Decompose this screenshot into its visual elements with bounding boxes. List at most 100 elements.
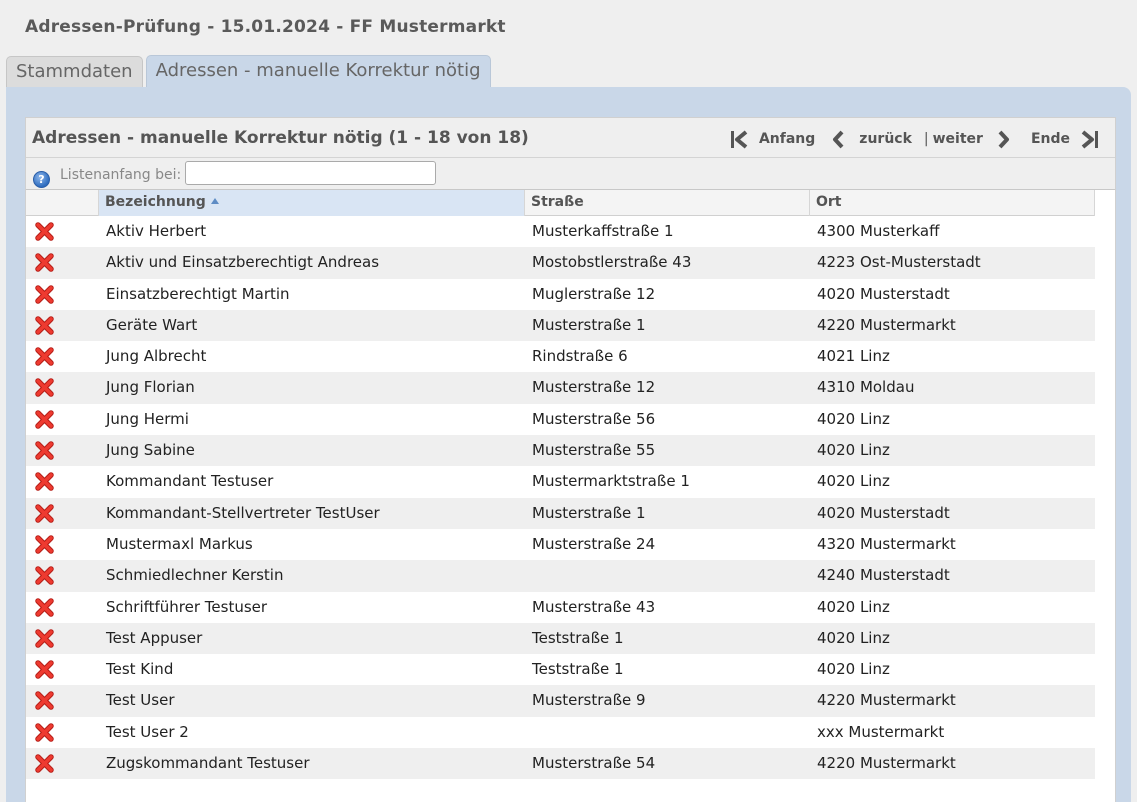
table-row[interactable]: Einsatzberechtigt Martin Muglerstraße 12 4… bbox=[26, 279, 1095, 310]
cell-ort: 4240 Musterstadt bbox=[817, 566, 950, 585]
table-row[interactable]: Test User 2 xxx Mustermarkt bbox=[26, 717, 1095, 748]
table-row[interactable]: Schriftführer Testuser Musterstraße 43 402… bbox=[26, 592, 1095, 623]
delete-x-icon[interactable] bbox=[35, 378, 54, 398]
list-start-input[interactable] bbox=[185, 161, 436, 185]
table-row[interactable]: Jung Hermi Musterstraße 56 4020 Linz bbox=[26, 404, 1095, 435]
next-page-link[interactable]: weiter bbox=[933, 131, 983, 147]
table-row[interactable]: Test Kind Teststraße 1 4020 Linz bbox=[26, 654, 1095, 685]
delete-x-icon[interactable] bbox=[35, 723, 54, 742]
cell-ort: 4020 Linz bbox=[817, 409, 890, 428]
delete-x-icon[interactable] bbox=[35, 316, 54, 335]
column-header-row: Bezeichnung Straße Ort bbox=[26, 190, 1095, 216]
delete-x-icon[interactable] bbox=[35, 347, 54, 366]
delete-x-icon[interactable] bbox=[35, 253, 54, 273]
delete-x-icon[interactable] bbox=[35, 691, 54, 711]
filter-bar: ? Listenanfang bei: bbox=[26, 158, 1115, 190]
cell-strasse: Musterstraße 9 bbox=[532, 691, 646, 710]
first-page-icon[interactable] bbox=[730, 129, 749, 149]
cell-bezeichnung: Geräte Wart bbox=[106, 315, 198, 334]
cell-ort: 4223 Ost-Musterstadt bbox=[817, 253, 981, 272]
delete-x-icon[interactable] bbox=[35, 660, 54, 679]
first-page-link[interactable]: Anfang bbox=[759, 131, 815, 147]
cell-bezeichnung: Zugskommandant Testuser bbox=[106, 754, 310, 773]
next-page-icon[interactable] bbox=[997, 130, 1011, 149]
cell-strasse: Musterstraße 1 bbox=[532, 503, 646, 522]
cell-ort: 4020 Linz bbox=[817, 441, 890, 460]
address-list: Adressen - manuelle Korrektur nötig (1 -… bbox=[25, 117, 1116, 802]
table-row[interactable]: Mustermaxl Markus Musterstraße 24 4320 Mus… bbox=[26, 529, 1095, 560]
table-row[interactable]: Jung Albrecht Rindstraße 6 4021 Linz bbox=[26, 341, 1095, 372]
table-body: Aktiv Herbert Musterkaffstraße 1 4300 Must… bbox=[26, 216, 1095, 780]
cell-bezeichnung: Test Appuser bbox=[106, 628, 203, 647]
table-row[interactable]: Test Appuser Teststraße 1 4020 Linz bbox=[26, 622, 1095, 655]
column-header-action bbox=[26, 190, 99, 216]
cell-ort: 4220 Mustermarkt bbox=[817, 754, 956, 773]
cell-bezeichnung: Schriftführer Testuser bbox=[106, 597, 268, 616]
cell-ort: 4020 Musterstadt bbox=[817, 503, 950, 522]
cell-ort: 4020 Linz bbox=[817, 472, 890, 491]
table-row[interactable]: Aktiv Herbert Musterkaffstraße 1 4300 Must… bbox=[26, 216, 1095, 247]
cell-ort: 4310 Moldau bbox=[817, 378, 915, 397]
delete-x-icon[interactable] bbox=[35, 410, 54, 429]
table-row[interactable]: Test User Musterstraße 9 4220 Mustermarkt bbox=[26, 685, 1095, 717]
cell-ort: 4020 Linz bbox=[817, 628, 890, 647]
cell-strasse: Mostobstlerstraße 43 bbox=[532, 253, 692, 272]
delete-x-icon[interactable] bbox=[35, 472, 54, 492]
last-page-icon[interactable] bbox=[1080, 129, 1099, 149]
pager: Anfang zurück | weiter Ende bbox=[730, 127, 1099, 151]
cell-bezeichnung: Jung Sabine bbox=[106, 441, 195, 460]
delete-x-icon[interactable] bbox=[35, 503, 54, 523]
table-row[interactable]: Geräte Wart Musterstraße 1 4220 Mustermark… bbox=[26, 309, 1095, 342]
delete-x-icon[interactable] bbox=[35, 441, 54, 460]
sort-ascending-icon bbox=[210, 198, 219, 204]
cell-bezeichnung: Einsatzberechtigt Martin bbox=[106, 284, 290, 303]
delete-x-icon[interactable] bbox=[35, 629, 54, 648]
cell-strasse: Musterkaffstraße 1 bbox=[532, 222, 674, 240]
delete-x-icon[interactable] bbox=[35, 754, 54, 773]
cell-strasse: Musterstraße 55 bbox=[532, 441, 656, 460]
list-header: Adressen - manuelle Korrektur nötig (1 -… bbox=[26, 118, 1115, 158]
table-row[interactable]: Aktiv und Einsatzberechtigt Andreas Mosto… bbox=[26, 247, 1095, 279]
delete-x-icon[interactable] bbox=[35, 535, 54, 554]
cell-strasse: Musterstraße 12 bbox=[532, 378, 656, 397]
tab-bar: Stammdaten Adressen - manuelle Korrektur… bbox=[6, 55, 491, 88]
cell-ort: 4020 Linz bbox=[817, 597, 890, 616]
column-header-strasse[interactable]: Straße bbox=[525, 190, 810, 216]
table-row[interactable]: Kommandant-Stellvertreter TestUser Muster… bbox=[26, 497, 1095, 529]
tab-adressen-korrektur[interactable]: Adressen - manuelle Korrektur nötig bbox=[145, 55, 491, 88]
delete-x-icon[interactable] bbox=[35, 284, 54, 304]
cell-bezeichnung: Jung Hermi bbox=[106, 409, 189, 428]
cell-bezeichnung: Aktiv und Einsatzberechtigt Andreas bbox=[106, 253, 380, 272]
column-header-bezeichnung[interactable]: Bezeichnung bbox=[99, 190, 525, 216]
cell-bezeichnung: Test User 2 bbox=[106, 722, 189, 741]
cell-strasse: Mustermarktstraße 1 bbox=[532, 472, 690, 491]
cell-bezeichnung: Kommandant-Stellvertreter TestUser bbox=[106, 503, 380, 522]
column-header-bezeichnung-label: Bezeichnung bbox=[105, 194, 206, 210]
table-row[interactable]: Kommandant Testuser Mustermarktstraße 1 40… bbox=[26, 466, 1095, 497]
page-title: Adressen-Prüfung - 15.01.2024 - FF Muste… bbox=[25, 17, 506, 37]
delete-x-icon[interactable] bbox=[35, 566, 54, 586]
cell-bezeichnung: Kommandant Testuser bbox=[106, 472, 274, 491]
cell-ort: 4020 Musterstadt bbox=[817, 284, 950, 303]
help-icon[interactable]: ? bbox=[33, 171, 50, 188]
table-row[interactable]: Zugskommandant Testuser Musterstraße 54 42… bbox=[26, 748, 1095, 780]
cell-strasse: Musterstraße 24 bbox=[532, 534, 656, 553]
filter-label: Listenanfang bei: bbox=[60, 167, 182, 183]
cell-bezeichnung: Jung Florian bbox=[106, 378, 195, 397]
tab-stammdaten[interactable]: Stammdaten bbox=[6, 56, 143, 88]
cell-ort: 4021 Linz bbox=[817, 347, 890, 366]
table-row[interactable]: Schmiedlechner Kerstin 4240 Musterstadt bbox=[26, 560, 1095, 592]
cell-strasse: Muglerstraße 12 bbox=[532, 284, 656, 303]
last-page-link[interactable]: Ende bbox=[1031, 131, 1070, 147]
prev-page-link[interactable]: zurück bbox=[859, 131, 912, 147]
cell-strasse: Musterstraße 43 bbox=[532, 597, 656, 616]
delete-x-icon[interactable] bbox=[35, 597, 54, 617]
table-row[interactable]: Jung Florian Musterstraße 12 4310 Moldau bbox=[26, 372, 1095, 404]
cell-ort: 4220 Mustermarkt bbox=[817, 315, 956, 334]
delete-x-icon[interactable] bbox=[35, 222, 54, 241]
cell-strasse: Musterstraße 1 bbox=[532, 315, 646, 334]
table-row[interactable]: Jung Sabine Musterstraße 55 4020 Linz bbox=[26, 435, 1095, 467]
prev-page-icon[interactable] bbox=[831, 130, 845, 149]
column-header-ort[interactable]: Ort bbox=[810, 190, 1095, 216]
cell-ort: 4220 Mustermarkt bbox=[817, 691, 956, 710]
